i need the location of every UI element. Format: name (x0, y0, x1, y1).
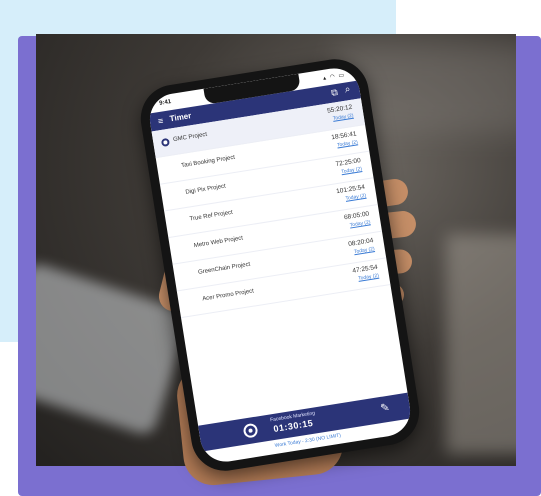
status-icons: ▴ ◠ ▭ (322, 72, 346, 82)
project-day-link[interactable]: Today (2) (349, 219, 371, 228)
phone-screen: 9:41 ▴ ◠ ▭ ≡ Timer ⧉ ⌕ GMC Project 55:20… (146, 64, 414, 466)
page-title: Timer (169, 111, 192, 124)
project-day-link[interactable]: Today (2) (354, 246, 376, 255)
project-name: Acer Promo Project (201, 288, 255, 303)
edit-icon[interactable]: ✎ (379, 401, 391, 415)
menu-icon[interactable]: ≡ (157, 116, 164, 127)
project-name: GreenChain Project (197, 261, 251, 276)
project-name: True Ref Project (189, 209, 234, 223)
background-object-blur (446, 234, 516, 454)
project-day-link[interactable]: Today (2) (332, 113, 354, 122)
project-name: Taxi Booking Project (180, 154, 236, 170)
project-day-link[interactable]: Today (2) (337, 139, 359, 148)
project-day-link[interactable]: Today (2) (358, 273, 380, 282)
sitemap-icon[interactable]: ⧉ (330, 87, 338, 99)
search-icon[interactable]: ⌕ (344, 84, 351, 96)
status-time: 9:41 (158, 99, 172, 107)
project-day-link[interactable]: Today (2) (345, 193, 367, 202)
project-day-link[interactable]: Today (2) (341, 166, 363, 175)
project-list: GMC Project 55:20:12 Today (2) Taxi Book… (151, 98, 391, 319)
stop-timer-icon[interactable] (242, 422, 259, 439)
project-name: GMC Project (172, 131, 208, 144)
active-project-radio-icon[interactable] (160, 137, 170, 147)
project-name: Digi Pix Project (185, 183, 227, 196)
project-name: Metro Web Project (193, 235, 244, 250)
